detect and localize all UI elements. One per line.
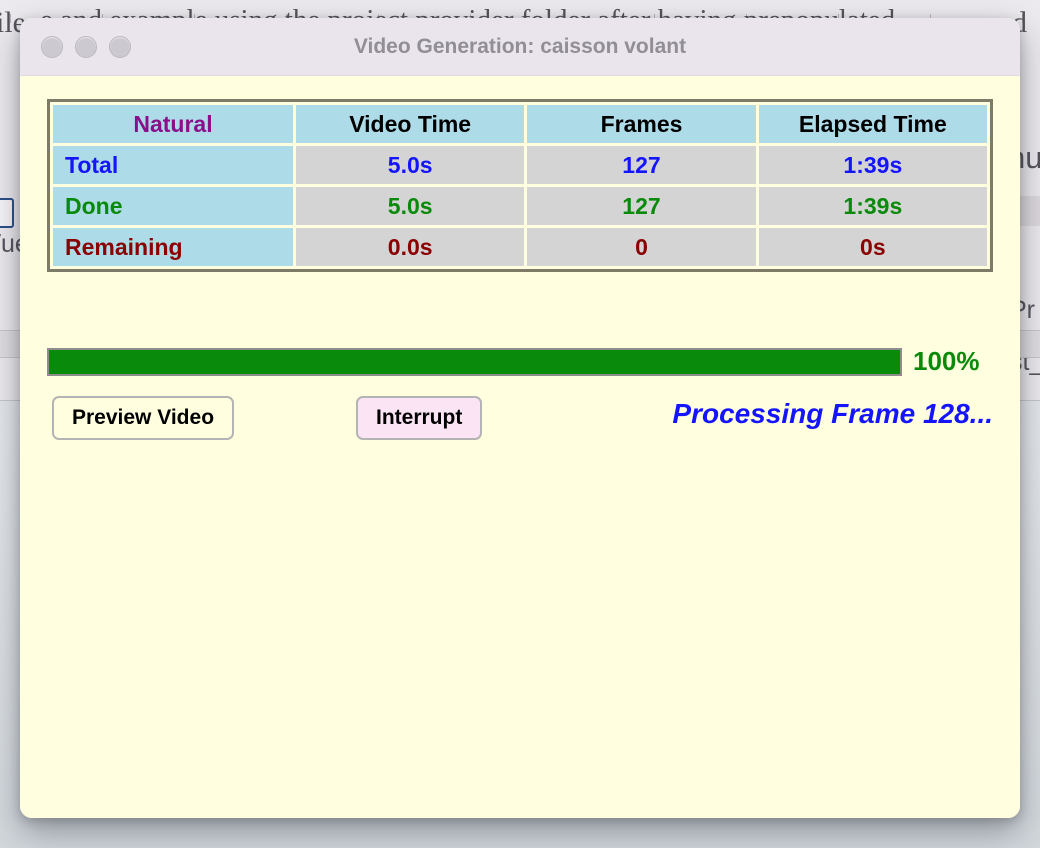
row-label-total: Total <box>53 146 293 184</box>
table-corner-label: Natural <box>53 105 293 143</box>
table-row: Remaining 0.0s 0 0s <box>53 228 987 266</box>
progress-bar-row: 100% <box>47 346 993 377</box>
done-frames: 127 <box>527 187 756 225</box>
table-row: Done 5.0s 127 1:39s <box>53 187 987 225</box>
table-body: Total 5.0s 127 1:39s Done 5.0s 127 1:39s… <box>53 146 987 266</box>
close-button-icon[interactable] <box>41 35 63 58</box>
background-blue-field-icon <box>0 198 14 228</box>
window-body: Natural Video Time Frames Elapsed Time T… <box>20 76 1020 818</box>
controls-row: Preview Video Interrupt Processing Frame… <box>52 396 993 440</box>
window-title: Video Generation: caisson volant <box>353 34 687 58</box>
table-header-row: Natural Video Time Frames Elapsed Time <box>53 105 987 143</box>
zoom-button-icon[interactable] <box>109 35 131 58</box>
progress-stats-table: Natural Video Time Frames Elapsed Time T… <box>50 102 990 269</box>
progress-percent-label: 100% <box>913 346 980 376</box>
minimize-button-icon[interactable] <box>75 35 97 58</box>
table-row: Total 5.0s 127 1:39s <box>53 146 987 184</box>
remaining-elapsed-time: 0s <box>758 228 987 266</box>
status-message: Processing Frame 128... <box>672 398 993 429</box>
traffic-light-group <box>41 35 131 58</box>
column-header-frames: Frames <box>527 105 756 143</box>
video-generation-window[interactable]: Video Generation: caisson volant Natural… <box>20 18 1020 818</box>
total-video-time: 5.0s <box>296 146 525 184</box>
done-video-time: 5.0s <box>296 187 525 225</box>
interrupt-button[interactable]: Interrupt <box>356 396 483 440</box>
row-label-done: Done <box>53 187 293 225</box>
row-label-remaining: Remaining <box>53 228 293 266</box>
progress-bar-fill <box>49 349 900 374</box>
column-header-elapsed-time: Elapsed Time <box>758 105 987 143</box>
preview-video-button[interactable]: Preview Video <box>52 396 235 440</box>
progress-bar-track <box>47 347 902 376</box>
window-titlebar[interactable]: Video Generation: caisson volant <box>20 18 1020 76</box>
remaining-video-time: 0.0s <box>296 228 525 266</box>
remaining-frames: 0 <box>527 228 756 266</box>
column-header-video-time: Video Time <box>296 105 525 143</box>
total-frames: 127 <box>527 146 756 184</box>
table-header: Natural Video Time Frames Elapsed Time <box>53 105 987 143</box>
done-elapsed-time: 1:39s <box>758 187 987 225</box>
progress-stats-table-container: Natural Video Time Frames Elapsed Time T… <box>47 99 993 272</box>
total-elapsed-time: 1:39s <box>758 146 987 184</box>
